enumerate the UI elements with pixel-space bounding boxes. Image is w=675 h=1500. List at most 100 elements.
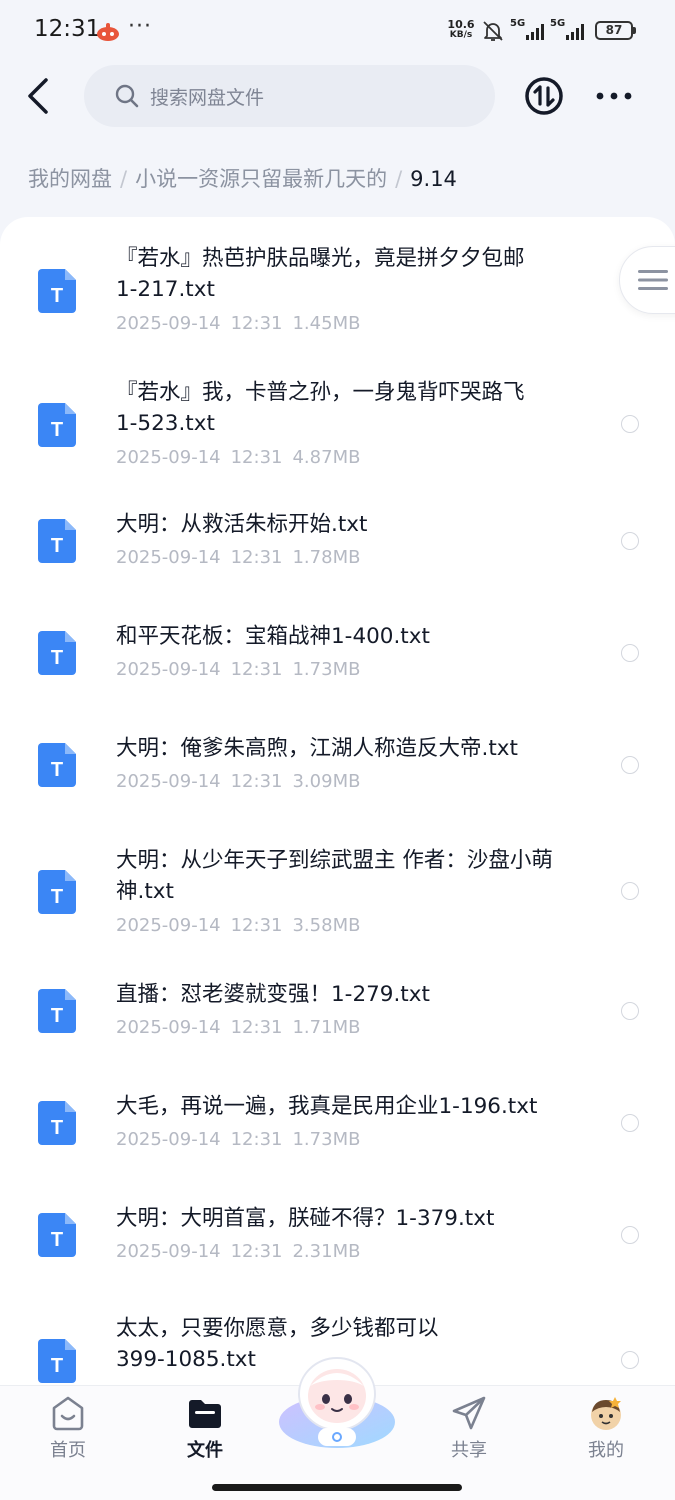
- signal-icon: 5G: [550, 18, 590, 42]
- file-name-line: 大明：从救活朱标开始.txt: [116, 512, 368, 537]
- file-row[interactable]: T 大毛，再说一遍，我真是民用企业1-196.txt 2025-09-14 12:…: [0, 1093, 675, 1173]
- file-time: 12:31: [230, 1129, 283, 1150]
- file-row[interactable]: T 大明：从救活朱标开始.txt 2025-09-14 12:31 1.78MB: [0, 511, 675, 591]
- file-size: 1.71MB: [292, 1017, 361, 1038]
- select-checkbox[interactable]: [621, 756, 639, 774]
- file-meta: 2025-09-14 12:31 1.73MB: [116, 659, 360, 680]
- file-size: 3.09MB: [292, 771, 361, 792]
- file-name: 大明：大明首富，朕碰不得？1-379.txt: [116, 1203, 596, 1234]
- signal-icon: 5G: [510, 18, 550, 42]
- status-more-dots: ···: [128, 14, 152, 39]
- battery-icon: 87: [595, 21, 637, 40]
- breadcrumb: 我的网盘 / 小说一资源只留最新几天的 / 9.14: [28, 163, 457, 193]
- file-date: 2025-09-14: [116, 771, 221, 792]
- txt-file-icon: T: [38, 743, 76, 787]
- file-name-line: 神.txt: [116, 879, 174, 904]
- txt-file-icon: T: [38, 1213, 76, 1257]
- nav-label-share: 共享: [451, 1440, 487, 1461]
- nav-label-profile: 我的: [588, 1440, 624, 1461]
- breadcrumb-separator: /: [395, 167, 403, 191]
- nav-item-home[interactable]: 首页: [18, 1386, 118, 1476]
- nav-label-files: 文件: [187, 1440, 223, 1461]
- file-row[interactable]: T 『若水』我，卡普之孙，一身鬼背吓哭路飞 1-523.txt 2025-09-1…: [0, 380, 675, 493]
- file-name: 和平天花板：宝箱战神1-400.txt: [116, 621, 596, 652]
- file-meta: 2025-09-14 12:31 3.58MB: [116, 915, 360, 936]
- breadcrumb-separator: /: [120, 167, 128, 191]
- signal-label: 5G: [550, 18, 566, 29]
- file-name: 大毛，再说一遍，我真是民用企业1-196.txt: [116, 1091, 596, 1122]
- breadcrumb-item-folder[interactable]: 小说一资源只留最新几天的: [135, 167, 387, 191]
- status-time: 12:31: [34, 16, 101, 42]
- share-icon: [452, 1396, 486, 1430]
- file-size: 3.58MB: [292, 915, 361, 936]
- app-notification-icon: [97, 23, 119, 41]
- file-row[interactable]: T 大明：从少年天子到综武盟主 作者：沙盘小萌 神.txt 2025-09-14 1…: [0, 845, 675, 957]
- file-meta: 2025-09-14 12:31 2.31MB: [116, 1241, 360, 1262]
- mascot-assistant-icon[interactable]: [276, 1352, 398, 1452]
- file-name: 大明：俺爹朱高煦，江湖人称造反大帝.txt: [116, 733, 596, 764]
- svg-text:T: T: [51, 886, 63, 908]
- file-list: T 『若水』热芭护肤品曝光，竟是拼夕夕包邮 1-217.txt 2025-09-1…: [0, 217, 675, 1417]
- svg-text:T: T: [51, 535, 63, 557]
- select-checkbox[interactable]: [621, 1351, 639, 1369]
- nav-item-files[interactable]: 文件: [155, 1386, 255, 1476]
- file-row[interactable]: T 大明：大明首富，朕碰不得？1-379.txt 2025-09-14 12:31…: [0, 1205, 675, 1285]
- file-row[interactable]: T 大明：俺爹朱高煦，江湖人称造反大帝.txt 2025-09-14 12:31 3…: [0, 735, 675, 815]
- select-checkbox[interactable]: [621, 882, 639, 900]
- file-time: 12:31: [230, 915, 283, 936]
- more-icon[interactable]: [592, 82, 636, 110]
- file-time: 12:31: [230, 1017, 283, 1038]
- transfer-icon[interactable]: [524, 76, 564, 116]
- battery-level: 87: [595, 21, 633, 40]
- home-indicator: [212, 1484, 462, 1491]
- file-meta: 2025-09-14 12:31 1.73MB: [116, 1129, 360, 1150]
- breadcrumb-item-root[interactable]: 我的网盘: [28, 167, 112, 191]
- file-meta: 2025-09-14 12:31 3.09MB: [116, 771, 360, 792]
- file-time: 12:31: [230, 659, 283, 680]
- back-button[interactable]: [18, 74, 58, 118]
- file-name-line: 和平天花板：宝箱战神1-400.txt: [116, 624, 430, 649]
- file-meta: 2025-09-14 12:31 1.71MB: [116, 1017, 360, 1038]
- select-checkbox[interactable]: [621, 532, 639, 550]
- file-time: 12:31: [230, 313, 283, 334]
- file-meta: 2025-09-14 12:31 1.78MB: [116, 547, 360, 568]
- file-date: 2025-09-14: [116, 1017, 221, 1038]
- nav-label-home: 首页: [50, 1440, 86, 1461]
- file-row[interactable]: T 『若水』热芭护肤品曝光，竟是拼夕夕包邮 1-217.txt 2025-09-1…: [0, 246, 675, 359]
- svg-text:T: T: [51, 1355, 63, 1377]
- net-speed: 10.6 KB/s: [444, 19, 478, 41]
- file-size: 1.73MB: [292, 1129, 361, 1150]
- select-checkbox[interactable]: [621, 1002, 639, 1020]
- net-speed-unit: KB/s: [449, 30, 473, 40]
- file-date: 2025-09-14: [116, 447, 221, 468]
- select-checkbox[interactable]: [621, 644, 639, 662]
- txt-file-icon: T: [38, 403, 76, 447]
- search-input[interactable]: 搜索网盘文件: [84, 65, 495, 127]
- txt-file-icon: T: [38, 1101, 76, 1145]
- file-name-line: 1-523.txt: [116, 411, 215, 436]
- file-time: 12:31: [230, 771, 283, 792]
- svg-text:T: T: [51, 759, 63, 781]
- battery-tip: [633, 27, 636, 34]
- folder-icon: [189, 1400, 221, 1428]
- nav-item-share[interactable]: 共享: [419, 1386, 519, 1476]
- file-name-line: 大明：俺爹朱高煦，江湖人称造反大帝.txt: [116, 736, 518, 761]
- select-checkbox[interactable]: [621, 415, 639, 433]
- file-name-line: 1-217.txt: [116, 277, 215, 302]
- svg-text:T: T: [51, 1117, 63, 1139]
- bell-muted-icon: [483, 21, 503, 41]
- file-time: 12:31: [230, 547, 283, 568]
- select-checkbox[interactable]: [621, 1226, 639, 1244]
- svg-text:T: T: [51, 285, 63, 307]
- txt-file-icon: T: [38, 269, 76, 313]
- file-size: 2.31MB: [292, 1241, 361, 1262]
- select-checkbox[interactable]: [621, 1114, 639, 1132]
- nav-item-profile[interactable]: 我的: [556, 1386, 656, 1476]
- file-row[interactable]: T 和平天花板：宝箱战神1-400.txt 2025-09-14 12:31 1.7…: [0, 623, 675, 703]
- file-row[interactable]: T 直播：怼老婆就变强！1-279.txt 2025-09-14 12:31 1.7…: [0, 981, 675, 1061]
- txt-file-icon: T: [38, 1339, 76, 1383]
- file-date: 2025-09-14: [116, 313, 221, 334]
- file-meta: 2025-09-14 12:31 1.45MB: [116, 313, 360, 334]
- file-date: 2025-09-14: [116, 547, 221, 568]
- file-size: 1.45MB: [292, 313, 361, 334]
